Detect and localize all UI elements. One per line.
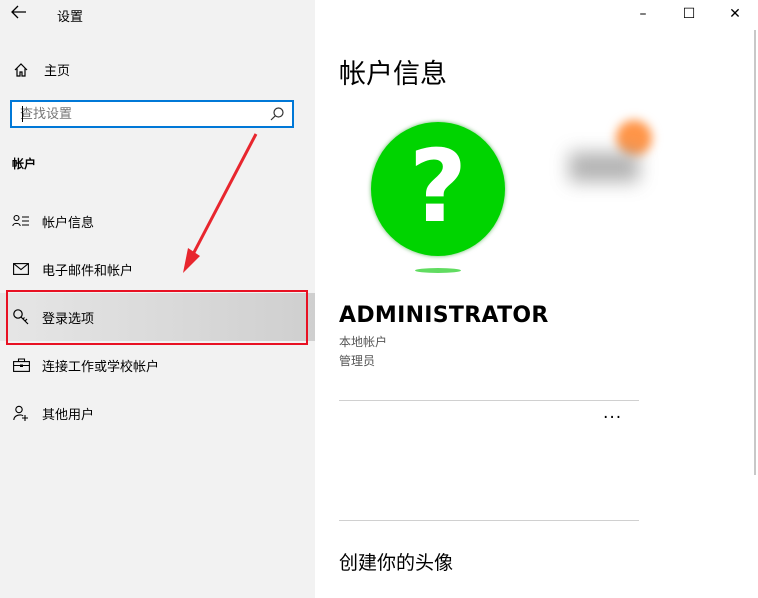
search-box[interactable] [10,100,294,128]
avatar-thumbnail[interactable] [565,112,660,202]
search-icon[interactable] [268,105,286,123]
text-caret [22,106,23,122]
sidebar-item-other-users[interactable]: 其他用户 [0,389,315,437]
sidebar-item-label: 登录选项 [42,311,95,327]
annotation-arrow-icon [183,133,258,273]
sidebar: 设置 主页 帐户 帐户信息 电子邮件和帐户 登录选项 [0,0,315,598]
divider [339,520,639,521]
account-type: 本地帐户 [339,335,388,349]
account-role: 管理员 [339,354,376,368]
home-button[interactable]: 主页 [12,60,70,79]
mail-icon [0,263,42,275]
sidebar-item-label: 电子邮件和帐户 [42,263,134,279]
close-icon: ✕ [729,6,741,22]
close-button[interactable]: ✕ [712,0,758,28]
scrollbar[interactable] [754,30,756,475]
home-label: 主页 [44,64,71,79]
thumbnail-blur-gray [569,152,639,182]
sidebar-item-work-school[interactable]: 连接工作或学校帐户 [0,341,315,389]
briefcase-icon [0,358,42,372]
key-icon [0,308,42,326]
window-title: 设置 [57,10,84,25]
create-avatar-heading: 创建你的头像 [339,552,454,574]
thumbnail-blur-orange [616,120,652,156]
avatar-shadow [415,268,461,273]
window-controls: – ☐ ✕ [620,0,758,28]
person-add-icon [0,405,42,421]
page-title: 帐户信息 [339,59,447,90]
main-panel: – ☐ ✕ 帐户信息 ? ADMINISTRATOR 本地帐户 管理员 ··· … [315,0,758,598]
user-name: ADMINISTRATOR [339,303,549,328]
sidebar-item-label: 连接工作或学校帐户 [42,359,160,375]
sidebar-item-label: 其他用户 [42,407,95,423]
search-input[interactable] [12,102,260,126]
minimize-button[interactable]: – [620,0,666,28]
home-icon [12,62,30,78]
back-arrow-icon [11,4,27,23]
avatar: ? [363,112,513,277]
section-heading: 帐户 [12,157,37,171]
minimize-icon: – [639,6,647,22]
divider [339,400,639,401]
sidebar-item-label: 帐户信息 [42,215,95,231]
more-options-button[interactable]: ··· [603,408,622,428]
maximize-icon: ☐ [682,6,696,22]
person-list-icon [0,214,42,228]
question-mark-icon: ? [408,128,467,245]
maximize-button[interactable]: ☐ [666,0,712,28]
back-button[interactable] [8,2,30,24]
sidebar-item-sign-in-options[interactable]: 登录选项 [0,293,315,341]
